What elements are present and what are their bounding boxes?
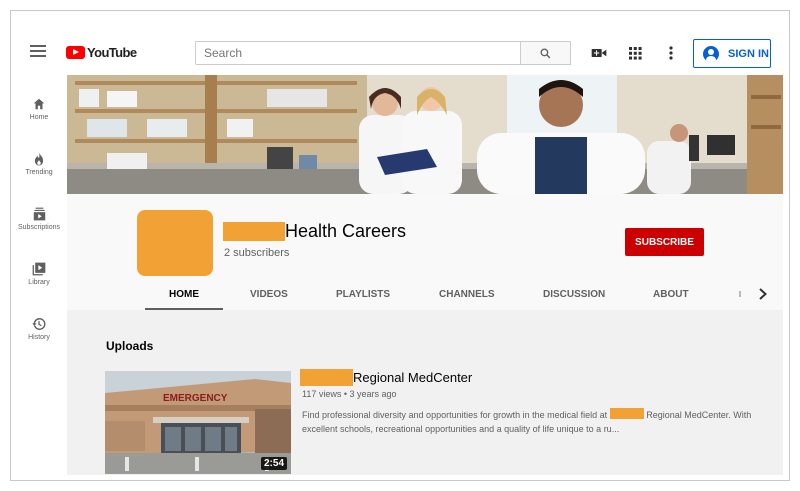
channel-name: Health Careers bbox=[285, 221, 407, 241]
redacted-block bbox=[609, 408, 644, 419]
channel-banner bbox=[67, 75, 783, 194]
subscriber-count: 2 subscribers bbox=[224, 247, 290, 259]
history-icon bbox=[32, 318, 46, 330]
menu-icon[interactable] bbox=[30, 45, 46, 57]
video-description-start: Find professional diversity and opportun… bbox=[302, 410, 608, 420]
chevron-right-icon[interactable] bbox=[755, 286, 771, 302]
video-duration: 2:54 bbox=[260, 457, 287, 470]
video-camera-icon[interactable] bbox=[591, 45, 607, 61]
tab-discussion[interactable]: DISCUSSION bbox=[543, 289, 605, 300]
video-meta: 117 views • 3 years ago bbox=[302, 389, 397, 399]
search-button[interactable] bbox=[521, 41, 571, 65]
tab-channels[interactable]: CHANNELS bbox=[439, 289, 495, 300]
flame-icon bbox=[34, 152, 44, 166]
redacted-block bbox=[300, 369, 353, 386]
sidebar-item-label: Library bbox=[28, 279, 50, 286]
channel-title: Health Careers bbox=[223, 221, 406, 242]
subscribe-button[interactable]: SUBSCRIBE bbox=[625, 228, 704, 256]
tab-playlists[interactable]: PLAYLISTS bbox=[336, 289, 390, 300]
sign-in-label: SIGN IN bbox=[728, 47, 769, 60]
sidebar-item-history[interactable]: History bbox=[11, 311, 67, 357]
channel-avatar[interactable] bbox=[137, 210, 213, 276]
redacted-block bbox=[223, 222, 285, 241]
video-title[interactable]: Regional MedCenter bbox=[300, 369, 472, 386]
library-icon bbox=[32, 262, 46, 276]
video-title-text: Regional MedCenter bbox=[353, 370, 473, 385]
browser-frame: YouTube SIGN IN Home bbox=[10, 10, 790, 481]
sidebar-item-home[interactable]: Home bbox=[11, 91, 67, 137]
tab-videos[interactable]: VIDEOS bbox=[250, 289, 288, 300]
sidebar-item-label: Trending bbox=[25, 169, 53, 176]
subscriptions-icon bbox=[33, 207, 45, 221]
search-icon bbox=[540, 48, 551, 58]
sidebar-item-label: Subscriptions bbox=[17, 224, 61, 231]
channel-content: Uploads EMERGENCY 2:54 Regional MedCente… bbox=[67, 310, 783, 475]
sidebar-item-library[interactable]: Library bbox=[11, 256, 67, 302]
channel-tabs: HOME VIDEOS PLAYLISTS CHANNELS DISCUSSIO… bbox=[67, 282, 783, 310]
sidebar-item-label: History bbox=[28, 334, 50, 341]
account-circle-icon bbox=[703, 45, 719, 62]
video-thumbnail[interactable]: EMERGENCY 2:54 bbox=[105, 371, 291, 474]
tab-overflow-hint bbox=[739, 291, 741, 297]
youtube-logo[interactable]: YouTube bbox=[66, 45, 137, 60]
channel-header: Health Careers 2 subscribers SUBSCRIBE H… bbox=[67, 194, 783, 310]
youtube-play-icon bbox=[66, 46, 85, 59]
video-description: Find professional diversity and opportun… bbox=[302, 408, 762, 436]
sidebar-item-trending[interactable]: Trending bbox=[11, 146, 67, 192]
banner-laboratory-image bbox=[67, 75, 783, 194]
tab-home[interactable]: HOME bbox=[169, 289, 199, 300]
sign-in-button[interactable]: SIGN IN bbox=[693, 39, 771, 68]
tab-about[interactable]: ABOUT bbox=[653, 289, 689, 300]
sidebar-item-label: Home bbox=[29, 114, 49, 121]
home-icon bbox=[33, 98, 45, 110]
search-input[interactable] bbox=[195, 41, 521, 65]
logo-text: YouTube bbox=[87, 45, 137, 60]
sidebar-item-subscriptions[interactable]: Subscriptions bbox=[11, 201, 67, 247]
top-bar: YouTube SIGN IN bbox=[11, 11, 789, 71]
thumbnail-sign-text: EMERGENCY bbox=[163, 393, 228, 404]
section-title[interactable]: Uploads bbox=[106, 339, 153, 353]
apps-grid-icon[interactable] bbox=[627, 45, 643, 61]
more-vert-icon[interactable] bbox=[663, 45, 679, 61]
